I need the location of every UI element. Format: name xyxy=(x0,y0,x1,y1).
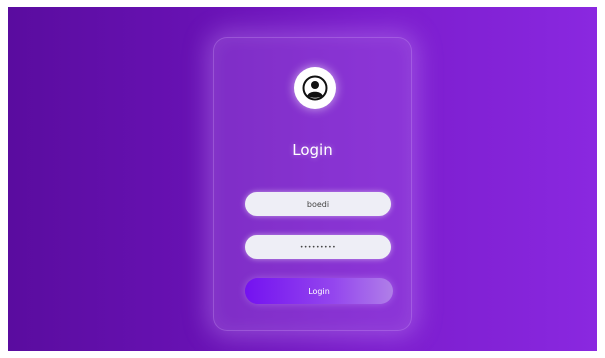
username-input[interactable] xyxy=(245,192,391,216)
user-avatar-icon xyxy=(294,67,336,109)
login-card: Login Login xyxy=(213,37,412,331)
login-button[interactable]: Login xyxy=(245,278,393,304)
password-input[interactable] xyxy=(245,235,391,259)
login-title: Login xyxy=(292,141,333,159)
login-screen: Login Login xyxy=(8,7,597,351)
